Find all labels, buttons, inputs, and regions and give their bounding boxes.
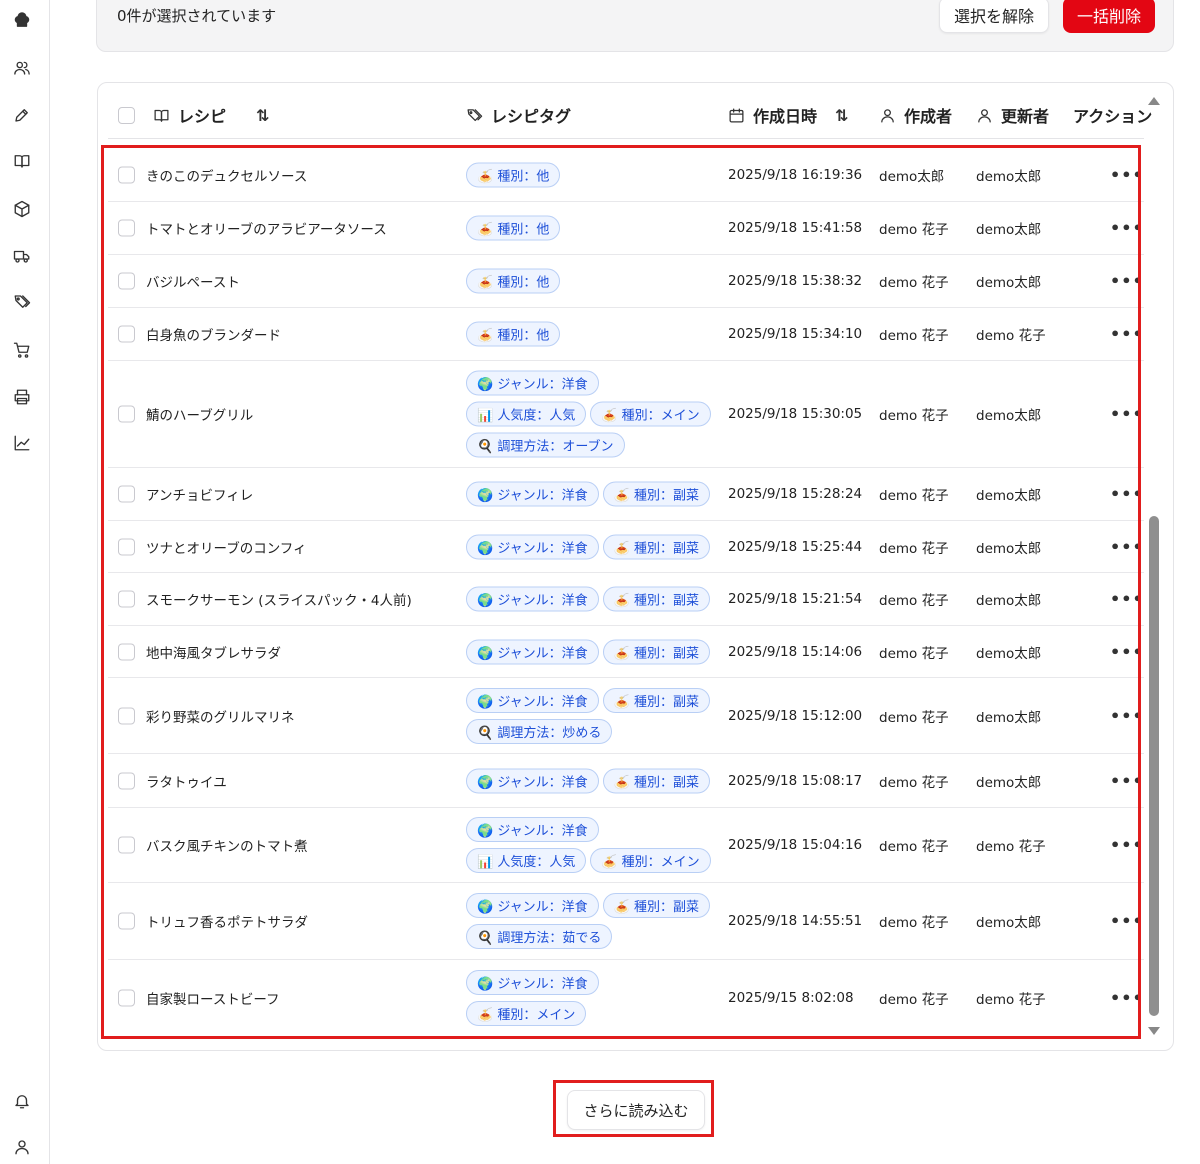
- scroll-down-arrow[interactable]: [1148, 1027, 1160, 1035]
- header-created-at-label: 作成日時: [753, 107, 818, 126]
- header-action: アクション: [1073, 103, 1152, 127]
- user-icon: [881, 108, 894, 123]
- header-action-label: アクション: [1073, 107, 1153, 126]
- sidebar: [0, 0, 50, 1164]
- chef-hat-icon[interactable]: [11, 10, 33, 32]
- selection-count: 0件が選択されています: [117, 7, 277, 25]
- sort-icon[interactable]: ⇅: [256, 106, 269, 125]
- chart-icon[interactable]: [11, 432, 33, 454]
- tags-icon[interactable]: [11, 291, 33, 313]
- box-icon[interactable]: [11, 198, 33, 220]
- user-icon[interactable]: [11, 1136, 33, 1158]
- header-recipe: レシピ ⇅: [118, 103, 269, 127]
- selection-bar: 0件が選択されています 選択を解除 一括削除: [96, 0, 1174, 52]
- header-updater: 更新者: [976, 103, 1049, 127]
- book-icon: [154, 109, 169, 122]
- header-updater-label: 更新者: [1001, 107, 1050, 126]
- load-more-button[interactable]: さらに読み込む: [567, 1090, 705, 1130]
- scrollbar-thumb[interactable]: [1149, 516, 1159, 1016]
- header-created-at: 作成日時 ⇅: [728, 103, 848, 127]
- bulk-delete-button[interactable]: 一括削除: [1062, 0, 1155, 33]
- scroll-up-arrow[interactable]: [1148, 97, 1160, 105]
- header-tags-label: レシピタグ: [491, 107, 572, 126]
- pencil-icon[interactable]: [11, 104, 33, 126]
- header-creator: 作成者: [879, 103, 952, 127]
- header-creator-label: 作成者: [904, 107, 953, 126]
- header-recipe-label: レシピ: [178, 107, 227, 126]
- cart-icon[interactable]: [11, 339, 33, 361]
- header-tags: レシピタグ: [466, 103, 571, 127]
- book-icon[interactable]: [11, 150, 33, 172]
- truck-icon[interactable]: [11, 245, 33, 267]
- clear-selection-button[interactable]: 選択を解除: [938, 0, 1049, 33]
- calendar-icon: [729, 107, 744, 123]
- highlight-table-rows: [101, 145, 1141, 1039]
- users-icon[interactable]: [11, 57, 33, 79]
- bell-icon[interactable]: [11, 1090, 33, 1112]
- printer-icon[interactable]: [11, 386, 33, 408]
- tags-icon: [467, 108, 483, 121]
- select-all-checkbox[interactable]: [118, 106, 135, 124]
- sort-icon[interactable]: ⇅: [835, 106, 848, 125]
- user-icon: [978, 108, 991, 123]
- table-header: レシピ ⇅ レシピタグ 作成日時 ⇅ 作成者 更新者 アクション: [108, 83, 1152, 139]
